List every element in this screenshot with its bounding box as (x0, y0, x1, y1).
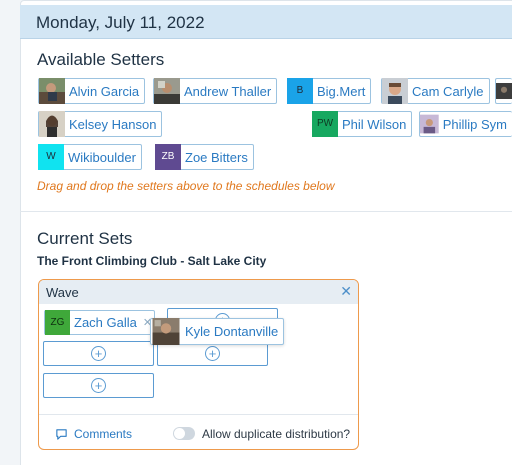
date-header: Monday, July 11, 2022 (20, 5, 512, 39)
wave-title: Wave (46, 285, 79, 300)
wave-card: Wave ✕ ZG Zach Galla ✕ + + + + Comments … (38, 279, 359, 450)
assigned-setter-slot[interactable]: ZG Zach Galla ✕ (44, 310, 155, 335)
drag-hint: Drag and drop the setters above to the s… (37, 179, 335, 193)
avatar: ZG (45, 310, 70, 335)
avatar (39, 111, 65, 137)
setter-name: Zoe Bitters (185, 149, 248, 165)
setter-chip-kelsey-hanson[interactable]: Kelsey Hanson (38, 111, 163, 137)
setter-name: Big.Mert (317, 83, 366, 99)
add-icon: + (205, 346, 220, 361)
setter-name: Kelsey Hanson (69, 116, 157, 132)
setter-chip-alvin-garcia[interactable]: Alvin Garcia (38, 78, 146, 104)
setter-chip-cam-carlyle[interactable]: Cam Carlyle (381, 78, 490, 104)
setter-chip-overflow[interactable] (495, 78, 512, 104)
assigned-setter-name: Zach Galla (74, 315, 137, 330)
date-title: Monday, July 11, 2022 (36, 13, 205, 32)
setter-chip-phil-wilson[interactable]: PW Phil Wilson (312, 110, 413, 137)
avatar: W (38, 143, 64, 170)
toggle-knob (174, 428, 185, 439)
setter-name: Alvin Garcia (69, 83, 140, 99)
avatar: B (287, 77, 313, 104)
dragging-setter-chip[interactable]: Kyle Dontanville (150, 318, 285, 345)
wave-footer-divider (39, 414, 358, 415)
avatar (420, 114, 439, 134)
add-icon: + (91, 378, 106, 393)
club-name: The Front Climbing Club - Salt Lake City (37, 254, 267, 268)
dragging-setter-name: Kyle Dontanville (185, 324, 279, 339)
duplicate-distribution-toggle[interactable] (173, 427, 195, 440)
setter-name: Wikiboulder (68, 149, 136, 165)
setter-chip-phillip-sym[interactable]: Phillip Sym (419, 111, 512, 137)
comments-button[interactable]: Comments (55, 427, 132, 441)
avatar (496, 83, 512, 99)
comment-icon (56, 428, 67, 440)
setter-chip-zoe-bitters[interactable]: ZB Zoe Bitters (155, 143, 254, 170)
close-icon[interactable]: ✕ (340, 283, 352, 300)
avatar (152, 318, 180, 345)
setter-name: Cam Carlyle (412, 83, 484, 99)
avatar: PW (312, 110, 338, 137)
setter-name: Phil Wilson (342, 116, 407, 132)
setter-chip-big-mert[interactable]: B Big.Mert (287, 77, 372, 104)
duplicate-distribution-label: Allow duplicate distribution? (202, 427, 351, 441)
current-sets-heading: Current Sets (37, 229, 133, 248)
setter-name: Andrew Thaller (184, 83, 272, 99)
wave-header: Wave ✕ (39, 280, 358, 304)
avatar (39, 78, 65, 104)
avatar (154, 78, 180, 104)
comments-label: Comments (74, 427, 133, 441)
add-icon: + (91, 346, 106, 361)
setter-chip-andrew-thaller[interactable]: Andrew Thaller (153, 78, 278, 104)
avatar (382, 78, 408, 104)
empty-setter-slot[interactable]: + (43, 373, 154, 398)
avatar: ZB (155, 143, 181, 170)
empty-setter-slot[interactable]: + (43, 341, 154, 366)
setter-name: Phillip Sym (442, 116, 507, 132)
divider (20, 211, 512, 212)
available-setters-heading: Available Setters (37, 50, 165, 69)
setter-chip-wikiboulder[interactable]: W Wikiboulder (38, 143, 142, 170)
